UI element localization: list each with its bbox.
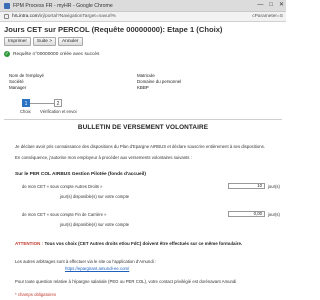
- cet-end-career-label: de mon CET « sous compte Fin de Carrière…: [22, 212, 107, 217]
- toolbar: Imprimer Suite > Annuler: [4, 37, 83, 46]
- cet-other-rights-unit: jour(s): [268, 184, 280, 189]
- section-title: Sur le PER COL AIRBUS Gestion Pilotée (f…: [15, 172, 146, 177]
- declaration-text: Je déclare avoir pris connaissance des d…: [15, 144, 265, 149]
- contact-text: Pour toute question relative à l'épargne…: [15, 279, 237, 284]
- required-fields-note: * champs obligatoires: [15, 292, 57, 297]
- cet-end-career-available: jour(s) disponible(s) sur votre compte: [60, 222, 130, 227]
- minimize-icon[interactable]: —: [257, 2, 263, 9]
- cancel-button[interactable]: Annuler: [58, 37, 83, 46]
- employee-info-right: Matricule Domaine du personnel KBBP: [137, 73, 181, 92]
- other-arbitrages-text: Les autres arbitrages sont à effectuer v…: [15, 259, 157, 264]
- url-host: hrLintra.com: [12, 14, 39, 19]
- step-1-label: Choix: [20, 109, 31, 114]
- url-text[interactable]: hrLintra.com/irj/portal?NavigationTarget…: [12, 14, 252, 19]
- manager-label: Manager: [9, 85, 27, 91]
- amundi-link[interactable]: https://epargnant.amundi-ee.com/: [65, 266, 129, 271]
- step-indicator: 1 Choix 2 Vérification et envoi: [10, 98, 80, 118]
- address-bar[interactable]: hrLintra.com/irj/portal?NavigationTarget…: [0, 12, 286, 22]
- authorization-text: En conséquence, j'autorise mon employeur…: [15, 155, 192, 160]
- cet-other-rights-input[interactable]: 10: [228, 183, 265, 189]
- cet-other-rights-available: jour(s) disponible(s) sur votre compte: [60, 194, 130, 199]
- page-header: Jours CET sur PERCOL (Requête 00000000):…: [4, 25, 222, 34]
- success-message: ✓ Requête n°00000000 créée avec succès: [4, 51, 99, 57]
- personnel-area-value: KBBP: [137, 85, 149, 91]
- cet-end-career-unit: jour(s): [268, 212, 280, 217]
- print-button[interactable]: Imprimer: [4, 37, 31, 46]
- success-text: Requête n°00000000 créée avec succès: [13, 51, 100, 57]
- divider: [4, 119, 282, 120]
- warning-message: ATTENTION : Tous vos choix (CET Autres d…: [15, 241, 242, 246]
- page-title: Jours CET sur PERCOL (Requête 00000000):…: [4, 25, 223, 34]
- cet-other-rights-label: de mon CET « sous compte Autres Droits »: [22, 184, 103, 189]
- warning-text: Tous vos choix (CET Autres droits et/ou …: [44, 241, 243, 246]
- next-button[interactable]: Suite >: [32, 37, 56, 46]
- maximize-icon[interactable]: □: [269, 2, 273, 9]
- step-2-number[interactable]: 2: [54, 99, 62, 107]
- url-param: cParameter=S: [252, 14, 283, 19]
- document-title: BULLETIN DE VERSEMENT VOLONTAIRE: [77, 124, 209, 131]
- close-icon[interactable]: ✕: [279, 2, 284, 9]
- check-icon: ✓: [4, 51, 10, 57]
- url-path: /irj/portal?NavigationTarget=navurl%: [38, 14, 116, 19]
- app-favicon-icon: [4, 2, 10, 9]
- warning-label: ATTENTION :: [15, 241, 44, 246]
- cet-end-career-input[interactable]: 0,00: [228, 211, 265, 217]
- step-1-number[interactable]: 1: [22, 99, 30, 107]
- step-2-label: Vérification et envoi: [40, 109, 77, 114]
- lock-icon: [4, 14, 9, 19]
- window-title: FPM Process FR - myHR - Google Chrome: [13, 2, 113, 9]
- browser-title-bar: FPM Process FR - myHR - Google Chrome — …: [0, 0, 286, 12]
- window-controls: — □ ✕: [257, 2, 284, 9]
- employee-info-left: Nom de l'employé Société Manager: [9, 73, 44, 92]
- step-connector: [29, 103, 55, 104]
